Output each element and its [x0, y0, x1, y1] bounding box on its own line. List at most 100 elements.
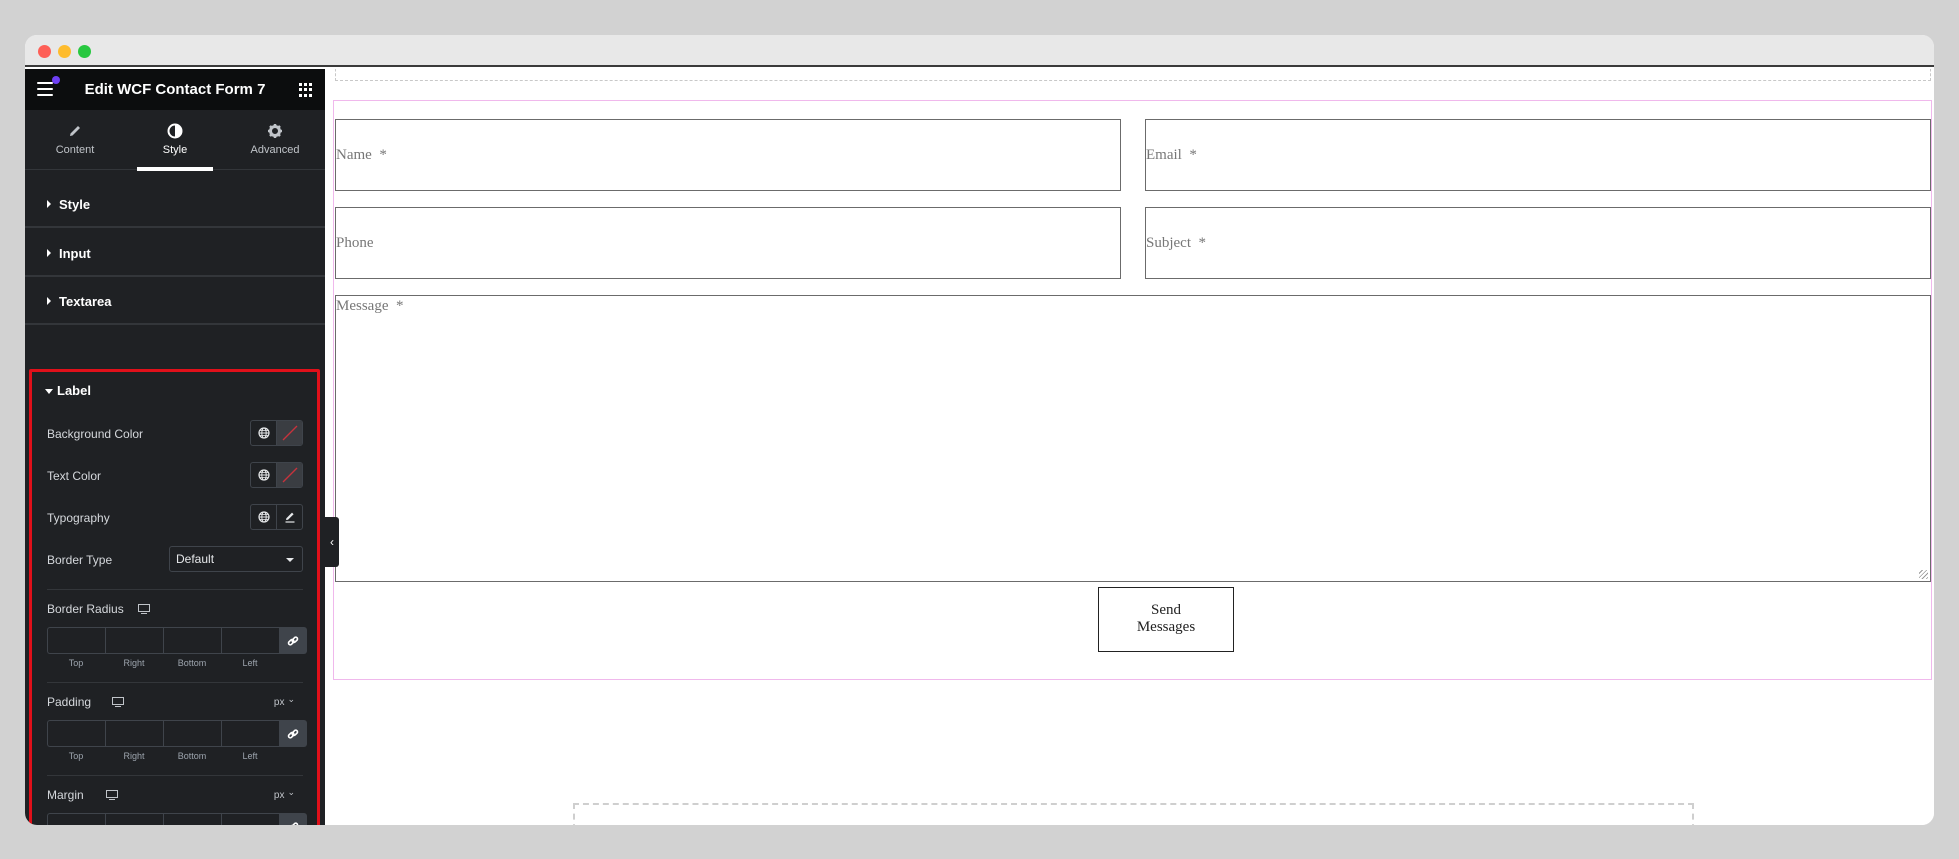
- tab-content-label: Content: [55, 144, 95, 156]
- close-window-button[interactable]: [38, 45, 51, 58]
- link-values-button[interactable]: [279, 627, 307, 654]
- margin-left-input[interactable]: [221, 813, 279, 825]
- divider: [47, 589, 303, 590]
- caret-right-icon: [47, 297, 51, 305]
- margin-inputs: [47, 813, 307, 825]
- dimension-label-left: Left: [242, 658, 258, 668]
- border-radius-label: Border Radius: [47, 602, 124, 616]
- global-colors-button[interactable]: [251, 463, 276, 487]
- section-textarea-title: Textarea: [59, 294, 112, 309]
- typography-control: [250, 504, 303, 530]
- section-style-title: Style: [59, 197, 91, 212]
- border-radius-bottom-input[interactable]: [163, 627, 221, 654]
- pencil-icon: [285, 512, 295, 523]
- global-typography-button[interactable]: [251, 505, 276, 529]
- send-messages-button[interactable]: Send Messages: [1098, 587, 1234, 652]
- tab-content[interactable]: Content: [25, 110, 125, 170]
- border-radius-left-input[interactable]: [221, 627, 279, 654]
- collapse-panel-button[interactable]: ‹: [325, 517, 339, 567]
- link-values-button[interactable]: [279, 813, 307, 825]
- section-style[interactable]: Style: [25, 181, 325, 228]
- divider: [47, 775, 303, 776]
- link-values-button[interactable]: [279, 720, 307, 747]
- email-label: Email *: [1146, 146, 1197, 163]
- contrast-icon: [167, 123, 183, 139]
- no-color-icon: [282, 467, 298, 483]
- padding-inputs: [47, 720, 307, 747]
- global-colors-button[interactable]: [251, 421, 276, 445]
- margin-bottom-input[interactable]: [163, 813, 221, 825]
- subject-field[interactable]: Subject *: [1145, 207, 1931, 279]
- section-input[interactable]: Input: [25, 230, 325, 277]
- desktop-icon[interactable]: [112, 697, 124, 707]
- link-icon: [287, 728, 299, 739]
- send-button-line2: Messages: [1136, 619, 1196, 635]
- border-type-value: Default: [176, 552, 215, 566]
- empty-section-placeholder: [335, 69, 1931, 81]
- padding-unit-select[interactable]: px: [274, 697, 295, 708]
- name-label: Name *: [336, 146, 387, 163]
- caret-down-icon: [45, 389, 53, 394]
- grid-icon[interactable]: [299, 83, 313, 97]
- caret-right-icon: [47, 249, 51, 257]
- border-radius-top-input[interactable]: [47, 627, 105, 654]
- padding-bottom-input[interactable]: [163, 720, 221, 747]
- globe-icon: [258, 469, 270, 481]
- text-color-label: Text Color: [47, 469, 102, 483]
- resize-handle-icon[interactable]: [1919, 570, 1928, 579]
- section-input-title: Input: [59, 246, 91, 261]
- editor-canvas: Name * Email * Phone Subject * Message *…: [325, 69, 1934, 825]
- tab-advanced[interactable]: Advanced: [225, 110, 325, 170]
- label-section-header[interactable]: Label: [32, 372, 317, 408]
- send-button-line1: Send: [1151, 602, 1181, 618]
- dimension-label-bottom: Bottom: [177, 658, 207, 668]
- desktop-icon[interactable]: [138, 604, 150, 614]
- pencil-icon: [70, 126, 80, 136]
- margin-label: Margin: [47, 788, 84, 802]
- dimension-label-right: Right: [123, 751, 145, 761]
- padding-left-input[interactable]: [221, 720, 279, 747]
- maximize-window-button[interactable]: [78, 45, 91, 58]
- background-color-swatch[interactable]: [276, 421, 302, 445]
- link-icon: [287, 821, 299, 825]
- name-field[interactable]: Name *: [335, 119, 1121, 191]
- padding-top-input[interactable]: [47, 720, 105, 747]
- border-type-select[interactable]: Default: [169, 546, 303, 572]
- sidebar-title: Edit WCF Contact Form 7: [84, 81, 266, 98]
- border-type-label: Border Type: [47, 553, 113, 567]
- caret-right-icon: [47, 200, 51, 208]
- background-color-label: Background Color: [47, 427, 144, 441]
- border-radius-inputs: [47, 627, 307, 654]
- padding-dimension-labels: Top Right Bottom Left: [47, 751, 279, 761]
- background-color-control: [250, 420, 303, 446]
- typography-label: Typography: [47, 511, 110, 525]
- contact-form-widget[interactable]: Name * Email * Phone Subject * Message *…: [333, 100, 1932, 680]
- section-textarea[interactable]: Textarea: [25, 278, 325, 325]
- text-color-swatch[interactable]: [276, 463, 302, 487]
- margin-right-input[interactable]: [105, 813, 163, 825]
- dimension-label-left: Left: [242, 751, 258, 761]
- sidebar-header: Edit WCF Contact Form 7: [25, 69, 325, 110]
- desktop-icon[interactable]: [106, 790, 118, 800]
- margin-top-input[interactable]: [47, 813, 105, 825]
- dimension-label-top: Top: [68, 751, 84, 761]
- phone-field[interactable]: Phone: [335, 207, 1121, 279]
- no-color-icon: [282, 425, 298, 441]
- chevron-left-icon: ‹: [330, 535, 334, 549]
- label-section-title: Label: [57, 383, 91, 398]
- message-textarea[interactable]: Message *: [335, 295, 1931, 582]
- padding-right-input[interactable]: [105, 720, 163, 747]
- email-field[interactable]: Email *: [1145, 119, 1931, 191]
- globe-icon: [258, 511, 270, 523]
- editor-sidebar: Edit WCF Contact Form 7 Content Style Ad…: [25, 69, 325, 825]
- add-section-dropzone[interactable]: [573, 803, 1694, 825]
- tab-style-label: Style: [162, 144, 188, 156]
- edit-typography-button[interactable]: [276, 505, 302, 529]
- border-radius-right-input[interactable]: [105, 627, 163, 654]
- tab-style[interactable]: Style: [125, 110, 225, 171]
- minimize-window-button[interactable]: [58, 45, 71, 58]
- globe-icon: [258, 427, 270, 439]
- margin-unit-select[interactable]: px: [274, 790, 295, 801]
- dimension-label-top: Top: [68, 658, 84, 668]
- chevron-down-icon: [286, 558, 294, 562]
